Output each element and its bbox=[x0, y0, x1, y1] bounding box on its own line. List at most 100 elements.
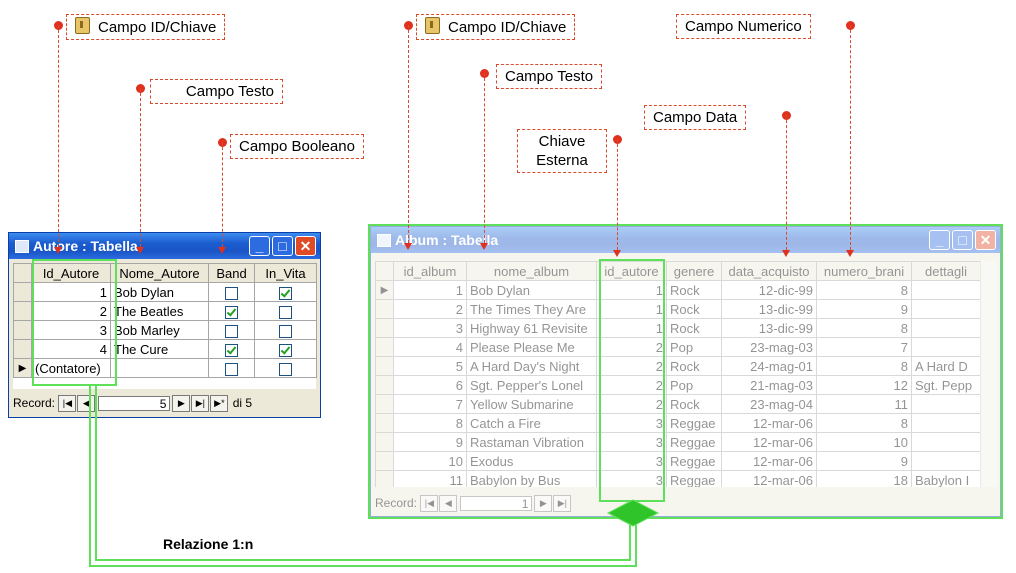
last-record-button[interactable]: ▶| bbox=[553, 495, 572, 513]
row-selector[interactable] bbox=[375, 337, 394, 357]
in-vita-cell[interactable] bbox=[254, 339, 317, 359]
table-row[interactable]: ▶ 1 Bob Dylan 1 Rock 12-dic-99 8 bbox=[375, 280, 980, 300]
table-row[interactable]: 8 Catch a Fire 3 Reggae 12-mar-06 8 bbox=[375, 413, 980, 433]
nome-autore-cell[interactable]: Bob Dylan bbox=[110, 282, 209, 302]
column-header-nome-album[interactable]: nome_album bbox=[466, 261, 597, 281]
record-number-input[interactable]: 5 bbox=[98, 396, 171, 412]
nome-album-cell[interactable]: Please Please Me bbox=[466, 337, 597, 357]
table-row[interactable]: 3 Highway 61 Revisite 1 Rock 13-dic-99 8 bbox=[375, 318, 980, 338]
data-acquisto-cell[interactable]: 12-mar-06 bbox=[721, 432, 817, 452]
data-acquisto-cell[interactable]: 24-mag-01 bbox=[721, 356, 817, 376]
nome-album-cell[interactable]: Catch a Fire bbox=[466, 413, 597, 433]
row-selector[interactable]: ▶ bbox=[375, 280, 394, 300]
dettagli-cell[interactable]: Sgt. Pepp bbox=[911, 375, 980, 395]
genere-cell[interactable]: Reggae bbox=[666, 451, 722, 471]
genere-cell[interactable]: Rock bbox=[666, 394, 722, 414]
numero-brani-cell[interactable]: 8 bbox=[816, 318, 912, 338]
genere-cell[interactable]: Reggae bbox=[666, 413, 722, 433]
row-selector[interactable] bbox=[375, 318, 394, 338]
table-row[interactable]: 5A Hard Day's Night 2 Rock 24-mag-01 8 A Hard… bbox=[375, 356, 980, 376]
row-selector-header[interactable] bbox=[13, 263, 32, 283]
data-acquisto-cell[interactable]: 12-mar-06 bbox=[721, 451, 817, 471]
column-header-numero-brani[interactable]: numero_brani bbox=[816, 261, 912, 281]
checkbox[interactable] bbox=[225, 362, 238, 376]
genere-cell[interactable]: Reggae bbox=[666, 470, 722, 487]
vertical-scrollbar[interactable] bbox=[980, 261, 997, 487]
numero-brani-cell[interactable]: 8 bbox=[816, 280, 912, 300]
genere-cell[interactable]: Rock bbox=[666, 299, 722, 319]
dettagli-cell[interactable] bbox=[911, 299, 980, 319]
data-acquisto-cell[interactable]: 21-mag-03 bbox=[721, 375, 817, 395]
dettagli-cell[interactable]: Babylon I bbox=[911, 470, 980, 487]
checkbox[interactable] bbox=[279, 343, 292, 357]
checkbox[interactable] bbox=[279, 286, 292, 300]
nome-album-cell[interactable]: Highway 61 Revisite bbox=[466, 318, 597, 338]
data-acquisto-cell[interactable]: 13-dic-99 bbox=[721, 299, 817, 319]
id-album-cell[interactable]: 11 bbox=[393, 470, 467, 487]
next-record-button[interactable]: ▶ bbox=[172, 395, 191, 413]
band-cell[interactable] bbox=[208, 339, 255, 359]
nome-autore-cell[interactable]: The Cure bbox=[110, 339, 209, 359]
column-header-data-acquisto[interactable]: data_acquisto bbox=[721, 261, 817, 281]
row-selector-header[interactable] bbox=[375, 261, 394, 281]
numero-brani-cell[interactable]: 8 bbox=[816, 413, 912, 433]
table-row[interactable]: 9 Rastaman Vibration 3 Reggae 12-mar-06 10 bbox=[375, 432, 980, 452]
data-acquisto-cell[interactable]: 12-mar-06 bbox=[721, 413, 817, 433]
column-header-nome-autore[interactable]: Nome_Autore bbox=[110, 263, 209, 283]
nome-album-cell[interactable]: Bob Dylan bbox=[466, 280, 597, 300]
in-vita-cell[interactable] bbox=[254, 301, 317, 321]
minimize-button[interactable]: _ bbox=[929, 230, 950, 250]
row-selector[interactable] bbox=[375, 375, 394, 395]
row-selector[interactable] bbox=[375, 299, 394, 319]
genere-cell[interactable]: Reggae bbox=[666, 432, 722, 452]
band-cell[interactable] bbox=[208, 320, 255, 340]
prev-record-button[interactable]: ◀ bbox=[439, 495, 458, 513]
nome-album-cell[interactable]: Sgt. Pepper's Lonel bbox=[466, 375, 597, 395]
band-cell[interactable] bbox=[208, 301, 255, 321]
numero-brani-cell[interactable]: 10 bbox=[816, 432, 912, 452]
id-album-cell[interactable]: 1 bbox=[393, 280, 467, 300]
column-header-dettagli[interactable]: dettagli bbox=[911, 261, 980, 281]
row-selector[interactable] bbox=[375, 470, 394, 487]
nome-album-cell[interactable]: A Hard Day's Night bbox=[466, 356, 597, 376]
id-album-cell[interactable]: 7 bbox=[393, 394, 467, 414]
band-cell[interactable] bbox=[208, 282, 255, 302]
id-album-cell[interactable]: 5 bbox=[393, 356, 467, 376]
id-album-cell[interactable]: 9 bbox=[393, 432, 467, 452]
numero-brani-cell[interactable]: 12 bbox=[816, 375, 912, 395]
table-row[interactable]: 11 Babylon by Bus 3 Reggae 12-mar-06 18 Babylo… bbox=[375, 470, 980, 487]
dettagli-cell[interactable] bbox=[911, 394, 980, 414]
row-selector[interactable] bbox=[375, 432, 394, 452]
id-album-cell[interactable]: 4 bbox=[393, 337, 467, 357]
prev-record-button[interactable]: ◀ bbox=[77, 395, 96, 413]
column-header-in-vita[interactable]: In_Vita bbox=[254, 263, 317, 283]
row-selector[interactable] bbox=[375, 356, 394, 376]
nome-album-cell[interactable]: Babylon by Bus bbox=[466, 470, 597, 487]
table-row[interactable]: 10 Exodus 3 Reggae 12-mar-06 9 bbox=[375, 451, 980, 471]
table-row[interactable]: 4 Please Please Me 2 Pop 23-mag-03 7 bbox=[375, 337, 980, 357]
nome-album-cell[interactable]: Yellow Submarine bbox=[466, 394, 597, 414]
column-header-band[interactable]: Band bbox=[208, 263, 255, 283]
first-record-button[interactable]: |◀ bbox=[420, 495, 439, 513]
genere-cell[interactable]: Rock bbox=[666, 318, 722, 338]
genere-cell[interactable]: Rock bbox=[666, 356, 722, 376]
autore-titlebar[interactable]: Autore : Tabella _ □ ✕ bbox=[9, 233, 320, 259]
checkbox[interactable] bbox=[225, 305, 238, 319]
genere-cell[interactable]: Pop bbox=[666, 375, 722, 395]
id-album-cell[interactable]: 3 bbox=[393, 318, 467, 338]
close-button[interactable]: ✕ bbox=[295, 236, 316, 256]
dettagli-cell[interactable] bbox=[911, 451, 980, 471]
row-selector[interactable] bbox=[375, 394, 394, 414]
data-acquisto-cell[interactable]: 12-dic-99 bbox=[721, 280, 817, 300]
band-cell[interactable] bbox=[208, 358, 255, 378]
row-selector[interactable] bbox=[375, 413, 394, 433]
data-acquisto-cell[interactable]: 23-mag-04 bbox=[721, 394, 817, 414]
dettagli-cell[interactable] bbox=[911, 432, 980, 452]
numero-brani-cell[interactable]: 7 bbox=[816, 337, 912, 357]
current-record-indicator[interactable]: ▶ bbox=[13, 358, 32, 378]
table-row[interactable]: 6 Sgt. Pepper's Lonel 2 Pop 21-mag-03 12 Sgt. … bbox=[375, 375, 980, 395]
in-vita-cell[interactable] bbox=[254, 358, 317, 378]
nome-autore-cell[interactable]: Bob Marley bbox=[110, 320, 209, 340]
numero-brani-cell[interactable]: 8 bbox=[816, 356, 912, 376]
id-album-cell[interactable]: 2 bbox=[393, 299, 467, 319]
